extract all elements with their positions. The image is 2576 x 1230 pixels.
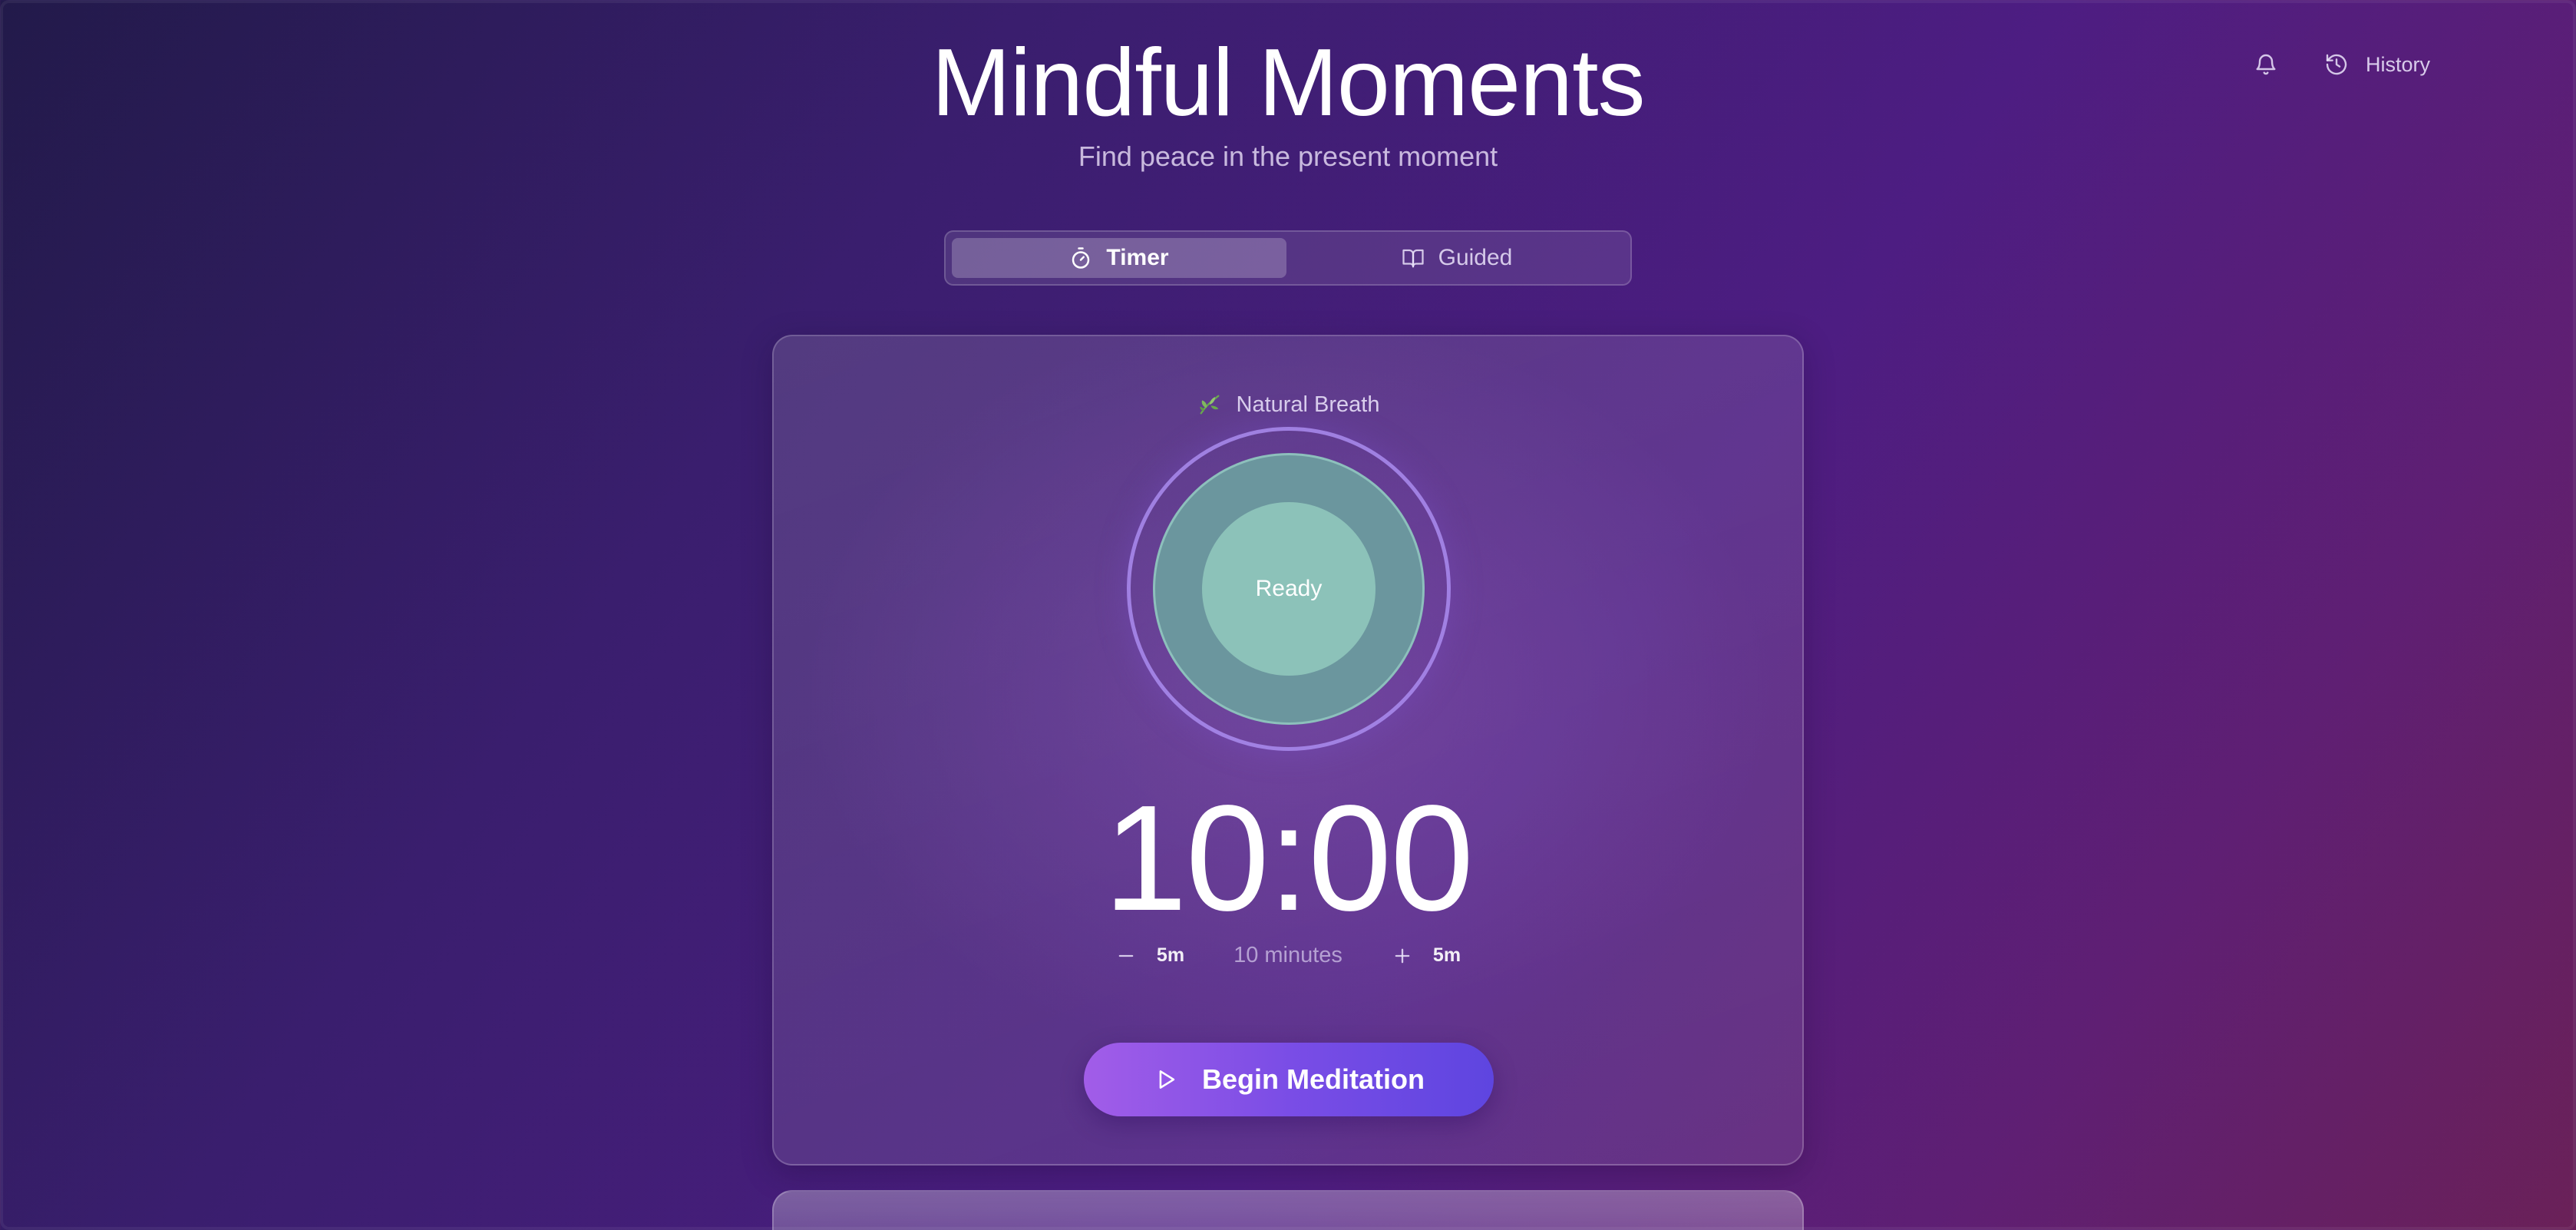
technique-label: Natural Breath	[774, 392, 1802, 418]
stopwatch-icon	[1072, 247, 1090, 269]
technique-name: Natural Breath	[1236, 392, 1380, 417]
notifications-button[interactable]	[2247, 46, 2284, 83]
minus-icon	[1118, 954, 1134, 957]
time-display: 10:00	[1103, 774, 1474, 942]
tab-timer[interactable]: Timer	[952, 238, 1286, 278]
duration-label: 10 minutes	[1234, 943, 1342, 967]
increase-duration-label: 5m	[1432, 944, 1461, 966]
begin-meditation-button[interactable]: Begin Meditation	[1084, 1043, 1494, 1116]
duration-controls: 5m 10 minutes 5m	[774, 943, 1802, 968]
app-title: Mindful Moments	[931, 30, 1645, 136]
bell-icon	[2256, 54, 2276, 75]
secondary-card	[772, 1190, 1804, 1230]
tab-timer-label: Timer	[1106, 245, 1169, 270]
play-icon	[1159, 1070, 1175, 1089]
top-actions: History	[2247, 46, 2430, 83]
history-button[interactable]: History	[2324, 52, 2430, 77]
decrease-duration-label: 5m	[1156, 944, 1185, 966]
book-open-icon	[1402, 249, 1424, 268]
begin-meditation-label: Begin Meditation	[1202, 1063, 1425, 1095]
history-label: History	[2365, 52, 2430, 76]
plus-icon	[1395, 948, 1410, 963]
tab-guided[interactable]: Guided	[1290, 238, 1624, 278]
breath-status: Ready	[1255, 576, 1323, 601]
increase-duration-button[interactable]: 5m	[1392, 944, 1461, 967]
tab-guided-label: Guided	[1438, 245, 1513, 270]
timer-card: Natural Breath Ready 10:00 5m 10 minutes…	[772, 335, 1804, 1166]
leaf-icon	[1197, 392, 1223, 418]
decrease-duration-button[interactable]: 5m	[1115, 944, 1184, 967]
breath-inner-circle: Ready	[1202, 502, 1376, 676]
mode-tabs: Timer Guided	[944, 230, 1632, 286]
app-subtitle: Find peace in the present moment	[1078, 141, 1498, 172]
history-icon	[2326, 54, 2347, 75]
